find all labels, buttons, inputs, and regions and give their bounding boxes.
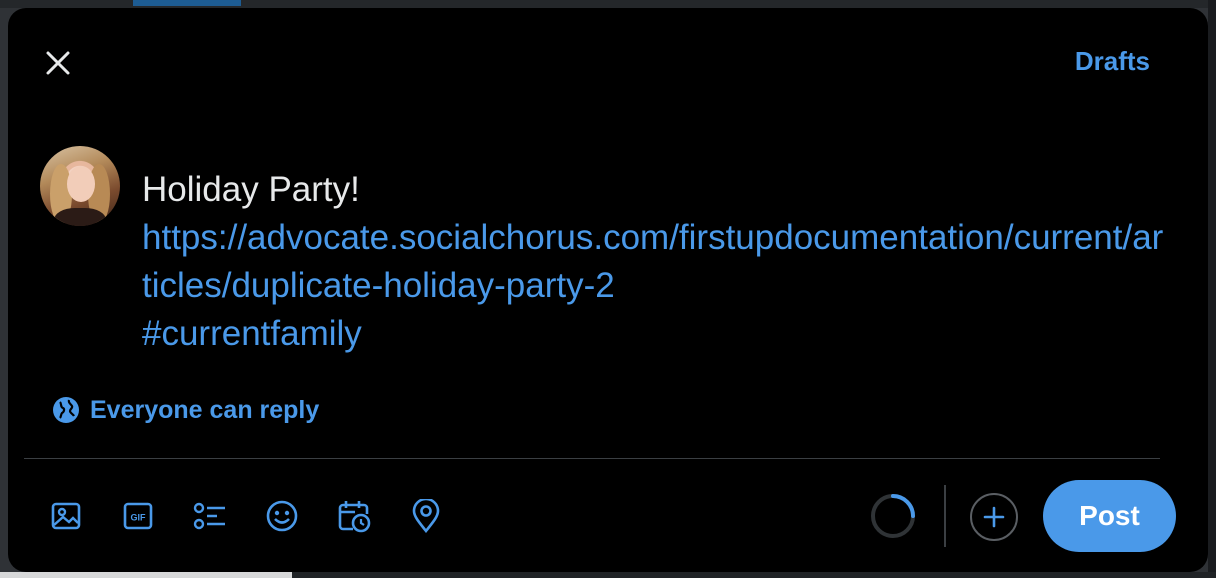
divider xyxy=(24,458,1160,459)
add-gif-button[interactable]: GIF xyxy=(116,494,160,538)
compose-text-area[interactable]: Holiday Party! https://advocate.socialch… xyxy=(142,166,1172,358)
toolbar-separator xyxy=(944,485,946,547)
globe-icon xyxy=(53,397,79,423)
svg-text:GIF: GIF xyxy=(131,513,147,523)
close-icon xyxy=(46,51,70,75)
drafts-link[interactable]: Drafts xyxy=(1075,46,1150,77)
post-hashtag[interactable]: #currentfamily xyxy=(142,310,1172,358)
plus-icon xyxy=(983,506,1005,528)
schedule-button[interactable] xyxy=(332,494,376,538)
compose-post-dialog: Drafts Holiday Party! https://advocate.s… xyxy=(8,8,1208,572)
add-emoji-button[interactable] xyxy=(260,494,304,538)
close-button[interactable] xyxy=(36,41,80,85)
add-poll-button[interactable] xyxy=(188,494,232,538)
location-icon xyxy=(412,499,440,533)
character-count-ring xyxy=(871,494,915,538)
backdrop-bottom-chip xyxy=(0,572,292,578)
post-title-text: Holiday Party! xyxy=(142,170,360,209)
image-icon xyxy=(51,502,81,530)
reply-setting-button[interactable]: Everyone can reply xyxy=(52,394,319,426)
emoji-icon xyxy=(266,500,298,532)
add-post-button[interactable] xyxy=(970,493,1018,541)
backdrop-active-tab xyxy=(133,0,241,6)
reply-setting-label: Everyone can reply xyxy=(90,395,320,424)
post-button[interactable]: Post xyxy=(1043,480,1176,552)
gif-icon: GIF xyxy=(123,502,153,530)
avatar xyxy=(40,146,120,226)
schedule-icon xyxy=(338,501,371,533)
poll-icon xyxy=(193,502,225,530)
backdrop-right-strip xyxy=(1208,0,1216,578)
add-media-button[interactable] xyxy=(44,494,88,538)
compose-toolbar: GIF xyxy=(44,494,448,538)
post-link[interactable]: https://advocate.socialchorus.com/firstu… xyxy=(142,214,1172,310)
tag-location-button[interactable] xyxy=(404,494,448,538)
